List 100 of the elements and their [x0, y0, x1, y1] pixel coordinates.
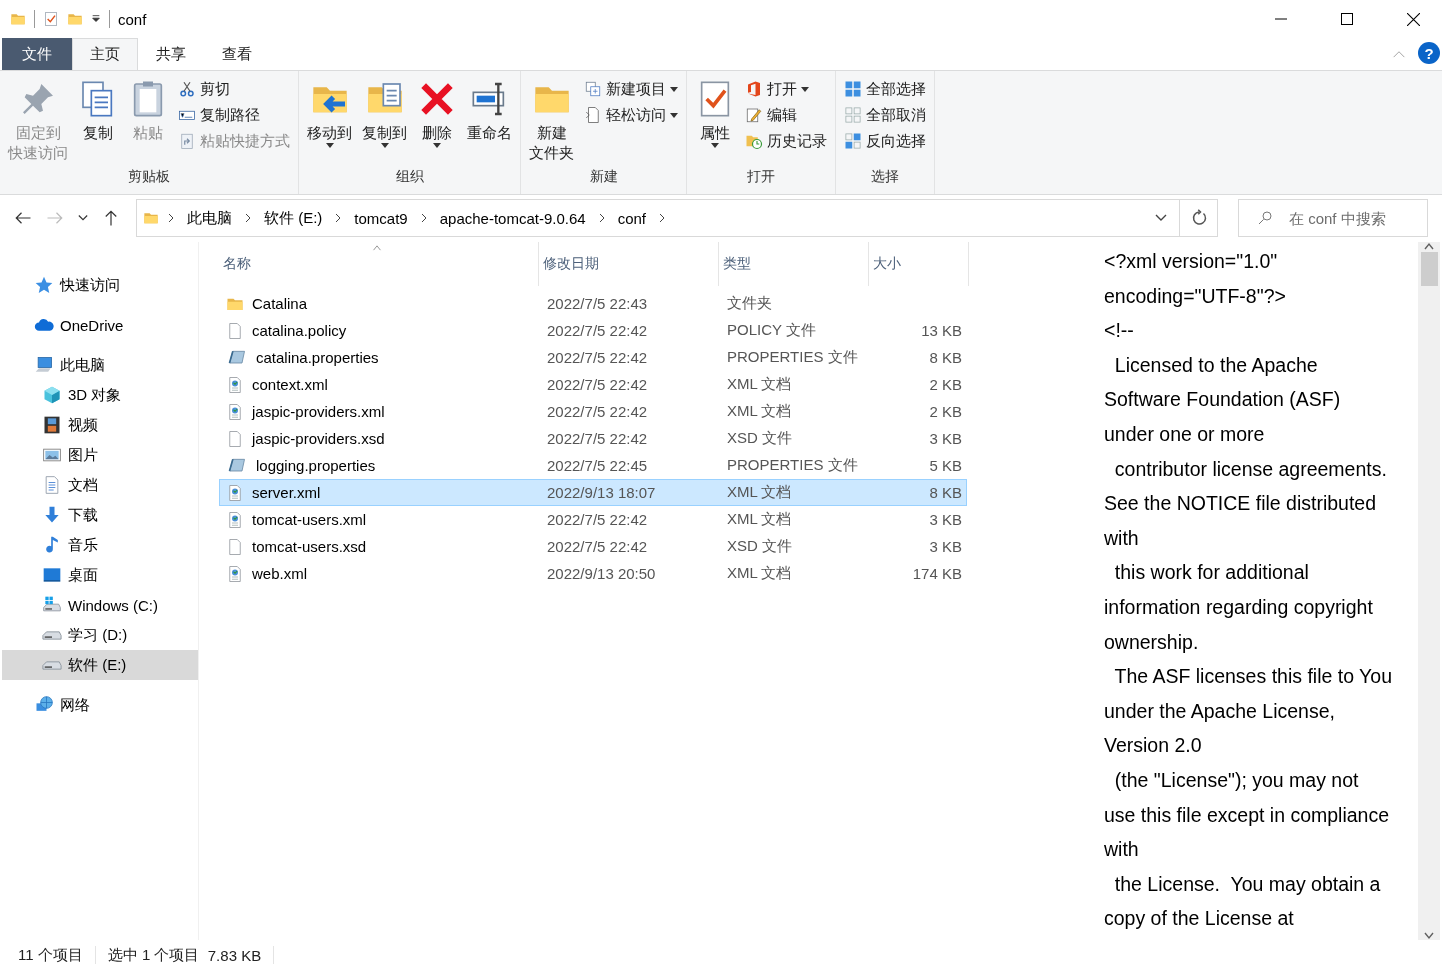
ribbon-button[interactable]: 编辑 — [741, 103, 831, 127]
type-cell-text: XML 文档 — [726, 510, 793, 529]
preview-text-line: with — [1104, 837, 1139, 863]
xml-file-icon — [226, 563, 244, 584]
preview-text-line: Version 2.0 — [1104, 733, 1202, 759]
ribbon-button[interactable]: 复制 — [74, 75, 122, 168]
scrollbar-thumb[interactable] — [1420, 252, 1438, 286]
ribbon-button[interactable]: 新建项目 — [580, 77, 682, 101]
search-input[interactable]: 在 conf 中搜索 — [1287, 208, 1421, 228]
ribbon-button[interactable]: 反向选择 — [840, 129, 930, 153]
new-item-icon — [584, 80, 602, 98]
item-count: 11 个项目 — [18, 945, 83, 965]
nav-item[interactable]: 视频 — [2, 410, 198, 440]
nav-item[interactable]: 快速访问 — [2, 270, 198, 300]
checkmark-document-icon — [43, 11, 59, 27]
type-cell-text: PROPERTIES 文件 — [726, 456, 859, 475]
ribbon-tab[interactable]: 共享 — [138, 38, 204, 70]
preview-text-line: copy of the License at — [1104, 906, 1294, 932]
nav-item[interactable]: 3D 对象 — [2, 380, 198, 410]
scrollbar[interactable] — [1418, 242, 1440, 940]
xml-file-icon — [226, 482, 244, 503]
ribbon-button[interactable]: 剪切 — [174, 77, 294, 101]
shortcut-icon — [178, 132, 196, 150]
select-all-icon — [844, 80, 862, 98]
nav-item[interactable]: 桌面 — [2, 560, 198, 590]
document-icon — [584, 106, 602, 124]
nav-item[interactable]: 下载 — [2, 500, 198, 530]
ribbon-button[interactable]: 打开 — [741, 77, 831, 101]
preview-text-line: (the "License"); you may not — [1113, 767, 1359, 793]
file-icon — [226, 320, 244, 341]
size-cell-text: 8 KB — [928, 484, 963, 501]
preview-text-line: information regarding copyright — [1104, 594, 1373, 620]
file-row[interactable]: tomcat-users.xml 2022/7/5 22:42 XML 文档 3 KB — [219, 506, 967, 533]
column-header[interactable]: 修改日期 — [539, 242, 719, 286]
ribbon-button[interactable]: 移动到 — [303, 75, 356, 168]
ribbon-button[interactable]: 删除 — [413, 75, 461, 168]
drive-icon — [42, 630, 62, 640]
nav-item[interactable]: 学习 (D:) — [2, 620, 198, 650]
nav-item[interactable]: 文档 — [2, 470, 198, 500]
breadcrumb[interactable]: apache-tomcat-9.0.64 — [435, 209, 590, 227]
ribbon-tab[interactable]: 查看 — [204, 38, 270, 70]
preview-text-line: ownership. — [1104, 629, 1199, 655]
ribbon-tab[interactable]: 主页 — [72, 38, 138, 70]
file-row[interactable]: jaspic-providers.xml 2022/7/5 22:42 XML 文档 2 KB — [219, 398, 967, 425]
file-row[interactable]: catalina.properties 2022/7/5 22:42 PROPERTIES 文件 8 KB — [219, 344, 967, 371]
column-header[interactable]: 名称 — [219, 242, 539, 286]
file-row[interactable]: context.xml 2022/7/5 22:42 XML 文档 2 KB — [219, 371, 967, 398]
film-icon — [42, 415, 62, 435]
nav-item[interactable]: OneDrive — [2, 310, 198, 340]
nav-item[interactable]: 软件 (E:) — [2, 650, 198, 680]
file-name: jaspic-providers.xsd — [252, 430, 385, 447]
nav-item[interactable]: 音乐 — [2, 530, 198, 560]
type-cell-text: 文件夹 — [726, 294, 773, 313]
refresh-button[interactable] — [1180, 199, 1218, 237]
file-row[interactable]: server.xml 2022/9/13 18:07 XML 文档 8 KB — [219, 479, 967, 506]
date-cell-text: 2022/7/5 22:42 — [546, 349, 649, 366]
chevron-right-icon — [244, 213, 252, 223]
preview-text-line: use this file except in compliance — [1104, 802, 1390, 828]
preview-text-line: this work for additional — [1113, 560, 1309, 586]
ribbon-button[interactable]: 复制到 — [358, 75, 411, 168]
ribbon-tab[interactable]: 文件 — [2, 38, 72, 70]
file-row[interactable]: logging.properties 2022/7/5 22:45 PROPERTIES 文件 5 KB — [219, 452, 967, 479]
chevron-right-icon — [334, 213, 343, 223]
dropdown-caret-icon — [433, 143, 441, 148]
preview-text-line: under one or more — [1104, 421, 1265, 447]
ribbon-button[interactable]: 全部取消 — [840, 103, 930, 127]
nav-item[interactable]: Windows (C:) — [2, 590, 198, 620]
file-row[interactable]: Catalina 2022/7/5 22:43 文件夹 — [219, 290, 967, 317]
size-cell-text: 2 KB — [928, 403, 963, 420]
folder-icon — [10, 11, 26, 27]
nav-item[interactable]: 网络 — [2, 690, 198, 720]
column-header[interactable]: 大小 — [869, 242, 969, 286]
breadcrumb[interactable]: 此电脑 — [183, 208, 236, 228]
ribbon-button[interactable]: 历史记录 — [741, 129, 831, 153]
file-row[interactable]: jaspic-providers.xsd 2022/7/5 22:42 XSD 文件 3 KB — [219, 425, 967, 452]
file-row[interactable]: catalina.policy 2022/7/5 22:42 POLICY 文件 13 KB — [219, 317, 967, 344]
address-bar[interactable]: 此电脑 软件 (E:) tomcat9 apache-tomcat-9.0.64 conf — [136, 199, 1180, 237]
chevron-right-icon — [167, 213, 175, 223]
ribbon-button[interactable]: 轻松访问 — [580, 103, 682, 127]
column-header[interactable]: 类型 — [719, 242, 869, 286]
ribbon-button[interactable]: 全部选择 — [840, 77, 930, 101]
date-cell-text: 2022/7/5 22:42 — [546, 376, 649, 393]
file-row[interactable]: tomcat-users.xsd 2022/7/5 22:42 XSD 文件 3 KB — [219, 533, 967, 560]
breadcrumb[interactable]: tomcat9 — [350, 209, 412, 227]
group-label: 组织 — [394, 168, 425, 186]
nav-item[interactable]: 此电脑 — [2, 350, 198, 380]
date-cell-text: 2022/7/5 22:42 — [546, 538, 649, 555]
file-name: tomcat-users.xml — [252, 511, 367, 528]
pencil-icon — [745, 106, 763, 124]
help-button[interactable]: ? — [1418, 42, 1440, 64]
date-cell-text: 2022/7/5 22:43 — [546, 295, 649, 312]
ribbon-button[interactable]: 属性 — [691, 75, 739, 168]
ribbon-button[interactable]: 重命名 — [463, 75, 516, 168]
ribbon-button[interactable]: 复制路径 — [174, 103, 294, 127]
nav-item[interactable]: 图片 — [2, 440, 198, 470]
ribbon-button[interactable]: 新建 文件夹 — [525, 75, 578, 168]
breadcrumb[interactable]: conf — [613, 209, 650, 227]
file-row[interactable]: web.xml 2022/9/13 20:50 XML 文档 174 KB — [219, 560, 967, 587]
search-field[interactable]: 在 conf 中搜索 — [1238, 199, 1428, 237]
breadcrumb[interactable]: 软件 (E:) — [260, 208, 327, 228]
